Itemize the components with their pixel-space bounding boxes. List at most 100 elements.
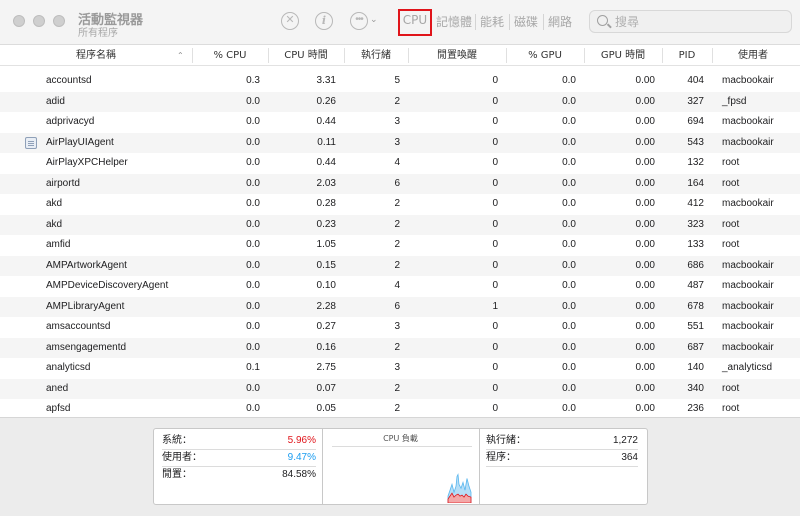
column-header-idle-wake-ups[interactable]: 閒置喚醒 — [409, 45, 505, 66]
tab-network[interactable]: 網路 — [544, 11, 576, 33]
gpu-time-cell: 0.00 — [635, 95, 655, 107]
search-input[interactable] — [615, 13, 785, 30]
gpu-time-cell: 0.00 — [635, 239, 655, 250]
table-row[interactable]: adid 0.0 0.26 2 0 0.0 0.00 327 _fpsd — [0, 91, 800, 112]
tab-cpu[interactable]: CPU — [398, 9, 432, 36]
cpu-load-graph-title: CPU 負載 — [383, 434, 418, 443]
cpu-percent-cell: 0.0 — [246, 341, 260, 353]
pid-cell: 327 — [687, 95, 704, 107]
table-row[interactable]: AMPLibraryAgent 0.0 2.28 6 1 0.0 0.00 678 macboo… — [0, 296, 800, 317]
user-cell: root — [722, 218, 740, 230]
cpu-stats-box: 系統： 5.96% 使用者： 9.47% 閒置： 84.58% CPU 負載 執… — [153, 428, 648, 505]
gpu-percent-cell: 0.0 — [562, 382, 576, 394]
column-header-gpu-percent[interactable]: % GPU — [507, 45, 583, 66]
stop-process-icon[interactable]: ✕ — [281, 12, 299, 30]
system-value: 5.96% — [287, 435, 316, 446]
cpu-time-cell: 0.26 — [316, 95, 336, 107]
table-row[interactable]: amsaccountsd 0.0 0.27 3 0 0.0 0.00 551 macbookai… — [0, 317, 800, 338]
threads-value: 1,272 — [612, 435, 638, 446]
idle-wake-ups-cell: 0 — [492, 341, 498, 353]
table-row[interactable]: amsengagementd 0.0 0.16 2 0 0.0 0.00 687 macbook… — [0, 337, 800, 358]
tab-disk[interactable]: 磁碟 — [510, 11, 542, 33]
minimize-window-button[interactable] — [33, 15, 45, 27]
zoom-window-button[interactable] — [53, 15, 65, 27]
cpu-time-cell: 2.28 — [316, 300, 336, 312]
threads-cell: 2 — [394, 95, 400, 107]
cpu-time-cell: 1.05 — [316, 239, 336, 250]
column-header-gpu-time[interactable]: GPU 時間 — [585, 45, 661, 66]
table-row[interactable]: adprivacyd 0.0 0.44 3 0 0.0 0.00 694 macbookair — [0, 112, 800, 133]
column-header-pid[interactable]: PID — [663, 45, 711, 66]
table-row[interactable]: airportd 0.0 2.03 6 0 0.0 0.00 164 root — [0, 173, 800, 194]
cpu-percent-cell: 0.0 — [246, 116, 260, 127]
table-row[interactable]: aned 0.0 0.07 2 0 0.0 0.00 340 root — [0, 378, 800, 399]
user-cell: macbookair — [722, 321, 774, 332]
table-row[interactable]: AirPlayXPCHelper 0.0 0.44 4 0 0.0 0.00 132 root — [0, 153, 800, 174]
table-row[interactable]: AMPArtworkAgent 0.0 0.15 2 0 0.0 0.00 686 macboo… — [0, 255, 800, 276]
cpu-time-cell: 0.10 — [316, 280, 336, 291]
system-stat: 系統： 5.96% — [162, 432, 316, 449]
threads-stat: 執行緒： 1,272 — [486, 432, 638, 449]
threads-cell: 3 — [394, 321, 400, 332]
gpu-time-cell: 0.00 — [635, 362, 655, 373]
chevron-down-icon[interactable]: ⌄ — [370, 14, 378, 25]
close-window-button[interactable] — [13, 15, 25, 27]
tab-memory[interactable]: 記憶體 — [434, 11, 474, 33]
column-header-cpu-percent[interactable]: % CPU — [193, 45, 267, 66]
gpu-percent-cell: 0.0 — [562, 239, 576, 250]
tab-energy[interactable]: 能耗 — [476, 11, 508, 33]
search-field[interactable] — [589, 10, 792, 33]
gpu-time-cell: 0.00 — [635, 136, 655, 148]
cpu-time-cell: 0.44 — [316, 116, 336, 127]
cpu-time-cell: 0.27 — [316, 321, 336, 332]
gpu-time-cell: 0.00 — [635, 198, 655, 209]
user-cell: macbookair — [722, 341, 774, 353]
table-row[interactable]: analyticsd 0.1 2.75 3 0 0.0 0.00 140 _analyticsd — [0, 358, 800, 379]
divider — [486, 466, 638, 467]
idle-wake-ups-cell: 0 — [492, 362, 498, 373]
gpu-percent-cell: 0.0 — [562, 341, 576, 353]
cpu-time-cell: 0.07 — [316, 382, 336, 394]
idle-wake-ups-cell: 0 — [492, 157, 498, 168]
window-subtitle[interactable]: 所有程序 — [78, 24, 118, 39]
cpu-time-cell: 0.44 — [316, 157, 336, 168]
sort-ascending-icon[interactable]: ⌃ — [177, 51, 184, 60]
user-cell: macbookair — [722, 75, 774, 86]
table-row[interactable]: AMPDeviceDiscoveryAgent 0.0 0.10 4 0 0.0 0.00 4… — [0, 276, 800, 297]
table-row[interactable]: AirPlayUIAgent 0.0 0.11 3 0 0.0 0.00 543 macbook… — [0, 132, 800, 153]
user-cell: macbookair — [722, 280, 774, 291]
cpu-percent-cell: 0.1 — [246, 362, 260, 373]
table-row[interactable]: amfid 0.0 1.05 2 0 0.0 0.00 133 root — [0, 235, 800, 256]
column-header-process-name[interactable]: 程序名稱 — [0, 45, 192, 66]
idle-wake-ups-cell: 0 — [492, 239, 498, 250]
cpu-percent-cell: 0.0 — [246, 300, 260, 312]
column-header-cpu-time[interactable]: CPU 時間 — [269, 45, 343, 66]
threads-cell: 2 — [394, 218, 400, 230]
gpu-time-cell: 0.00 — [635, 300, 655, 312]
gpu-percent-cell: 0.0 — [562, 75, 576, 86]
table-row[interactable]: akd 0.0 0.28 2 0 0.0 0.00 412 macbookair — [0, 194, 800, 215]
column-header-user[interactable]: 使用者 — [713, 45, 793, 66]
more-options-icon[interactable]: ••• — [350, 12, 368, 30]
threads-cell: 2 — [394, 259, 400, 271]
process-name-cell: AMPArtworkAgent — [46, 259, 127, 271]
gpu-time-cell: 0.00 — [635, 218, 655, 230]
cpu-percent-cell: 0.0 — [246, 177, 260, 189]
cpu-percent-cell: 0.0 — [246, 198, 260, 209]
process-name-cell: analyticsd — [46, 362, 91, 373]
info-icon[interactable]: i — [315, 12, 333, 30]
processes-label: 程序： — [486, 452, 516, 463]
column-header-threads[interactable]: 執行緒 — [345, 45, 407, 66]
pid-cell: 543 — [687, 136, 704, 148]
threads-cell: 5 — [394, 75, 400, 86]
pid-cell: 686 — [687, 259, 704, 271]
table-row[interactable]: accountsd 0.3 3.31 5 0 0.0 0.00 404 macbookair — [0, 71, 800, 92]
user-cell: macbookair — [722, 198, 774, 209]
user-cell: macbookair — [722, 136, 774, 148]
gpu-time-cell: 0.00 — [635, 341, 655, 353]
table-row[interactable]: akd 0.0 0.23 2 0 0.0 0.00 323 root — [0, 214, 800, 235]
pid-cell: 678 — [687, 300, 704, 312]
summary-panel: 系統： 5.96% 使用者： 9.47% 閒置： 84.58% CPU 負載 執… — [0, 417, 800, 516]
process-name-cell: aned — [46, 382, 69, 394]
idle-value: 84.58% — [282, 469, 316, 480]
